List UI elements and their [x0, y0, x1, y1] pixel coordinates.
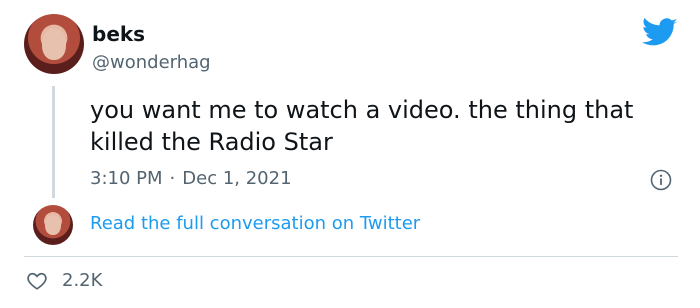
avatar-face [45, 214, 61, 236]
like-count: 2.2K [62, 270, 103, 291]
thread-line [52, 86, 55, 198]
meta-separator: · [169, 168, 176, 189]
conversation-avatar[interactable] [33, 205, 73, 245]
avatar-face [42, 28, 66, 60]
twitter-bird-icon[interactable] [642, 18, 678, 48]
author-avatar[interactable] [24, 14, 84, 74]
tweet-text: you want me to watch a video. the thing … [90, 96, 634, 156]
read-conversation-link[interactable]: Read the full conversation on Twitter [90, 213, 420, 235]
tweet-date[interactable]: Dec 1, 2021 [182, 168, 291, 189]
author-name[interactable]: beks [92, 22, 145, 46]
tweet-timestamp[interactable]: 3:10 PM · Dec 1, 2021 [90, 168, 292, 190]
author-handle[interactable]: @wonderhag [92, 52, 211, 74]
info-icon[interactable] [650, 169, 672, 191]
tweet-time[interactable]: 3:10 PM [90, 168, 163, 189]
divider [24, 256, 678, 257]
heart-icon[interactable] [26, 270, 48, 292]
